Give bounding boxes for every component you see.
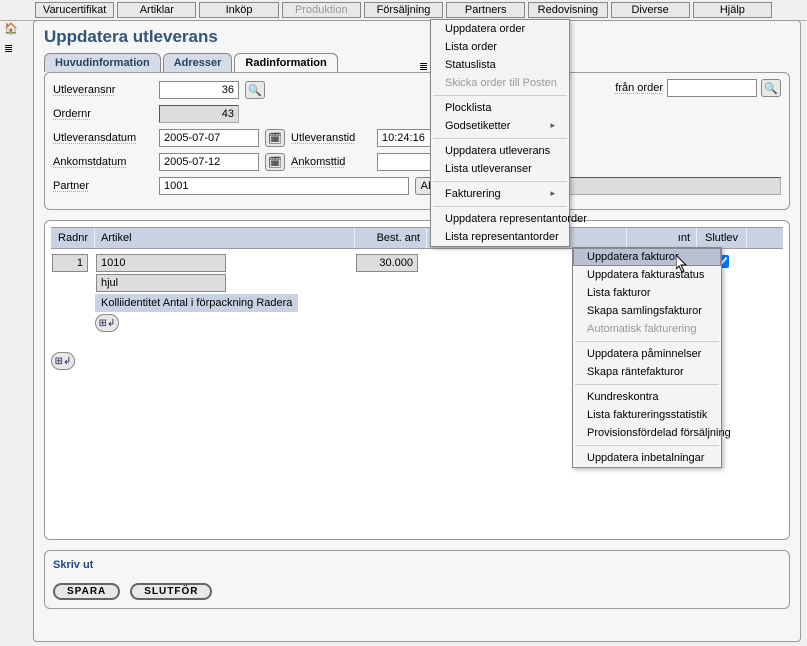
col-slutlev[interactable]: Slutlev — [697, 228, 747, 248]
menu-item[interactable]: Statuslista — [431, 56, 569, 74]
menu-item[interactable]: Lista fakturor — [573, 284, 721, 302]
cell-artikel-name: hjul — [96, 274, 226, 292]
save-button[interactable]: SPARA — [53, 583, 120, 600]
form-area: från order 🔍 Utleveransnr 🔍 Ordernr 43 U… — [44, 72, 790, 210]
ordernr-value: 43 — [159, 105, 239, 123]
grid-add-row-icon[interactable]: ⊞↲ — [51, 352, 75, 370]
partner-input[interactable] — [159, 177, 409, 195]
utleveransdatum-input[interactable] — [159, 129, 259, 147]
utleveransdatum-label: Utleveransdatum — [53, 132, 153, 144]
ankomstdatum-label: Ankomstdatum — [53, 156, 153, 168]
menu-partners[interactable]: Partners — [446, 2, 525, 18]
menu-redovisning[interactable]: Redovisning — [528, 2, 607, 18]
menu-item[interactable]: Lista representantorder — [431, 228, 569, 246]
left-toolbar: 🏠 ≣ — [4, 22, 20, 58]
menu-item[interactable]: Lista order — [431, 38, 569, 56]
fran-order-label: från order — [615, 82, 663, 94]
menu-item[interactable]: Godsetiketter — [431, 117, 569, 135]
menu-item: Skicka order till Posten — [431, 74, 569, 92]
menu-item[interactable]: Skapa samlingsfakturor — [573, 302, 721, 320]
col-artikel[interactable]: Artikel — [95, 228, 355, 248]
tab-radinformation[interactable]: Radinformation — [234, 53, 337, 72]
menu-item[interactable]: Skapa räntefakturor — [573, 363, 721, 381]
menu-item[interactable]: Uppdatera utleverans — [431, 142, 569, 160]
menu-item[interactable]: Uppdatera order — [431, 20, 569, 38]
fran-order-input[interactable] — [667, 79, 757, 97]
list-icon[interactable]: ≣ — [4, 42, 20, 58]
menu-item[interactable]: Provisionsfördelad försäljning — [573, 424, 721, 442]
menu-item[interactable]: Uppdatera inbetalningar — [573, 449, 721, 467]
row-sublabels: Kolliidentitet Antal i förpackning Rader… — [95, 294, 298, 312]
tab-bar: Huvudinformation Adresser Radinformation — [44, 53, 790, 72]
menu-item[interactable]: Uppdatera fakturor — [573, 248, 721, 266]
menu-item[interactable]: Lista faktureringsstatistik — [573, 406, 721, 424]
col-radnr[interactable]: Radnr — [51, 228, 95, 248]
tab-adresser[interactable]: Adresser — [163, 53, 233, 72]
menu-item: Automatisk fakturering — [573, 320, 721, 338]
utleveranstid-label: Utleveranstid — [291, 132, 371, 144]
cell-best: 30.000 — [356, 254, 418, 272]
menu-artiklar[interactable]: Artiklar — [117, 2, 196, 18]
menu-varucertifikat[interactable]: Varucertifikat — [35, 2, 114, 18]
tab-huvudinformation[interactable]: Huvudinformation — [44, 53, 161, 72]
menu-item[interactable]: Lista utleveranser — [431, 160, 569, 178]
utleveransnr-label: Utleveransnr — [53, 84, 153, 96]
grid-header: Radnr Artikel Best. ant ınt Slutlev — [51, 227, 783, 249]
utleveransnr-input[interactable] — [159, 81, 239, 99]
menu-produktion: Produktion — [282, 2, 361, 18]
utleveransdatum-calendar-icon[interactable]: 🗓 — [265, 129, 285, 147]
menu-diverse[interactable]: Diverse — [611, 2, 690, 18]
menu-item[interactable]: Kundreskontra — [573, 388, 721, 406]
fakturering-submenu: Uppdatera fakturorUppdatera fakturastatu… — [572, 247, 722, 468]
menu-item[interactable]: Fakturering — [431, 185, 569, 203]
fran-order-search-icon[interactable]: 🔍 — [761, 79, 781, 97]
menu-item[interactable]: Uppdatera påminnelser — [573, 345, 721, 363]
print-link[interactable]: Skriv ut — [53, 559, 781, 571]
menu-item[interactable]: Uppdatera fakturastatus — [573, 266, 721, 284]
cell-artikel-code[interactable]: 1010 — [96, 254, 226, 272]
col-best[interactable]: Best. ant — [355, 228, 427, 248]
menu-item[interactable]: Plocklista — [431, 99, 569, 117]
footer-area: Skriv ut SPARA SLUTFÖR — [44, 550, 790, 609]
forsaljning-menu: Uppdatera orderLista orderStatuslistaSki… — [430, 19, 570, 247]
ordernr-label: Ordernr — [53, 108, 153, 120]
ankomsttid-label: Ankomsttid — [291, 156, 371, 168]
home-icon[interactable]: 🏠 — [4, 22, 20, 38]
col-lnt[interactable]: ınt — [627, 228, 697, 248]
menu-forsaljning[interactable]: Försäljning — [364, 2, 443, 18]
menubar: Varucertifikat Artiklar Inköp Produktion… — [0, 0, 807, 21]
menu-hjalp[interactable]: Hjälp — [693, 2, 772, 18]
cell-radnr: 1 — [52, 254, 88, 272]
finish-button[interactable]: SLUTFÖR — [130, 583, 212, 600]
menu-inkop[interactable]: Inköp — [199, 2, 278, 18]
row-add-icon[interactable]: ⊞↲ — [95, 314, 119, 332]
menu-item[interactable]: Uppdatera representantorder — [431, 210, 569, 228]
ankomstdatum-input[interactable] — [159, 153, 259, 171]
page-title: Uppdatera utleverans — [44, 27, 790, 47]
menu-side-icon: ≣ — [419, 60, 428, 73]
partner-label: Partner — [53, 180, 153, 192]
utleveransnr-search-icon[interactable]: 🔍 — [245, 81, 265, 99]
ankomstdatum-calendar-icon[interactable]: 🗓 — [265, 153, 285, 171]
